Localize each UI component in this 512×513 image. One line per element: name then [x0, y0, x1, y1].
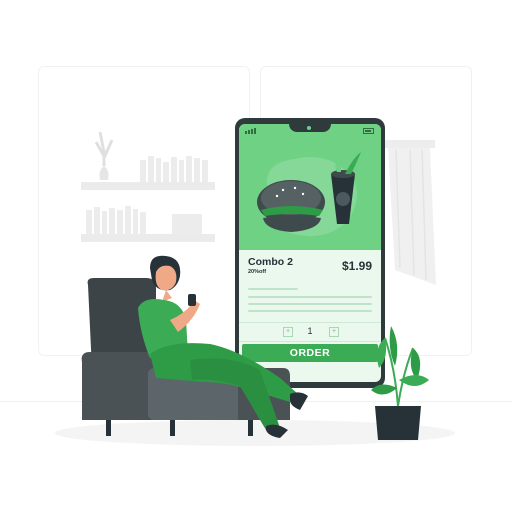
illustration-scene: Combo 2 20%off $1.99 + 1 + ORDER: [0, 0, 512, 513]
person-icon: [138, 255, 308, 438]
product-image: [239, 138, 381, 250]
window-curtain: [385, 140, 436, 285]
vase-icon: [94, 131, 114, 180]
plant-icon: [371, 326, 429, 440]
books-icon: [140, 156, 208, 182]
signal-icon: [245, 128, 256, 134]
burger-icon: [257, 180, 325, 232]
camera-icon: [307, 126, 311, 130]
books-icon-lower: [86, 206, 202, 234]
food-illustration: [257, 152, 361, 237]
shelf-bottom: [81, 234, 215, 242]
battery-icon: [363, 128, 374, 134]
product-price: $1.99: [341, 259, 372, 273]
shelf-top: [81, 182, 215, 190]
